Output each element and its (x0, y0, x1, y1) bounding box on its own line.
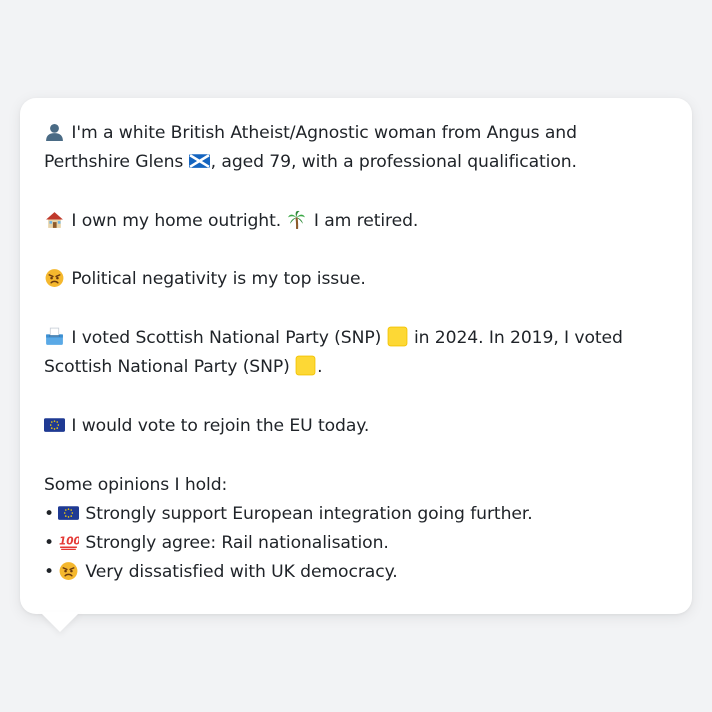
bullet: • (44, 562, 55, 583)
vote-text-end: . (317, 357, 323, 378)
issue-text: Political negativity is my top issue. (71, 269, 366, 290)
house-icon (44, 209, 65, 230)
home-text: I own my home outright. (71, 210, 282, 231)
opinion-text: Strongly agree: Rail nationalisation. (85, 533, 389, 554)
opinions-section: Some opinions I hold: • Strongly support… (44, 471, 668, 588)
opinions-heading: Some opinions I hold: (44, 474, 228, 495)
message-bubble: I'm a white British Atheist/Agnostic wom… (20, 98, 692, 614)
angry-face-icon (44, 267, 65, 288)
retired-text: I am retired. (313, 210, 419, 231)
palm-tree-icon (286, 209, 307, 230)
issue-paragraph: Political negativity is my top issue. (44, 265, 668, 294)
identity-paragraph: I'm a white British Atheist/Agnostic wom… (44, 119, 668, 178)
identity-text-continued: , aged 79, with a professional qualifica… (210, 152, 577, 173)
eu-paragraph: I would vote to rejoin the EU today. (44, 412, 668, 441)
hundred-points-icon: 100 (58, 531, 79, 552)
opinions-list: • Strongly support European integration … (44, 500, 668, 588)
ballot-box-icon (44, 326, 65, 347)
eu-text: I would vote to rejoin the EU today. (71, 415, 370, 436)
eu-flag-icon (58, 502, 80, 523)
yellow-square-icon (295, 355, 316, 376)
bust-in-silhouette-icon (44, 121, 65, 142)
vote-paragraph: I voted Scottish National Party (SNP) in… (44, 324, 668, 383)
list-item: • Strongly support European integration … (44, 500, 668, 529)
list-item: • Very dissatisfied with UK democracy. (44, 558, 668, 587)
eu-flag-icon (44, 414, 65, 435)
opinion-text: Strongly support European integration go… (85, 503, 533, 524)
bullet: • (44, 533, 55, 554)
home-paragraph: I own my home outright. I am retired. (44, 207, 668, 236)
scotland-flag-icon (188, 150, 210, 171)
bubble-tail (40, 612, 80, 632)
opinion-text: Very dissatisfied with UK democracy. (85, 562, 398, 583)
message-bubble-wrapper: I'm a white British Atheist/Agnostic wom… (20, 98, 692, 632)
vote-text-2024: I voted Scottish National Party (SNP) (71, 328, 382, 349)
list-item: • 100 Strongly agree: Rail nationalisatio… (44, 529, 668, 558)
svg-text:100: 100 (59, 536, 79, 548)
bullet: • (44, 503, 55, 524)
angry-face-icon (58, 560, 79, 581)
yellow-square-icon (387, 326, 408, 347)
